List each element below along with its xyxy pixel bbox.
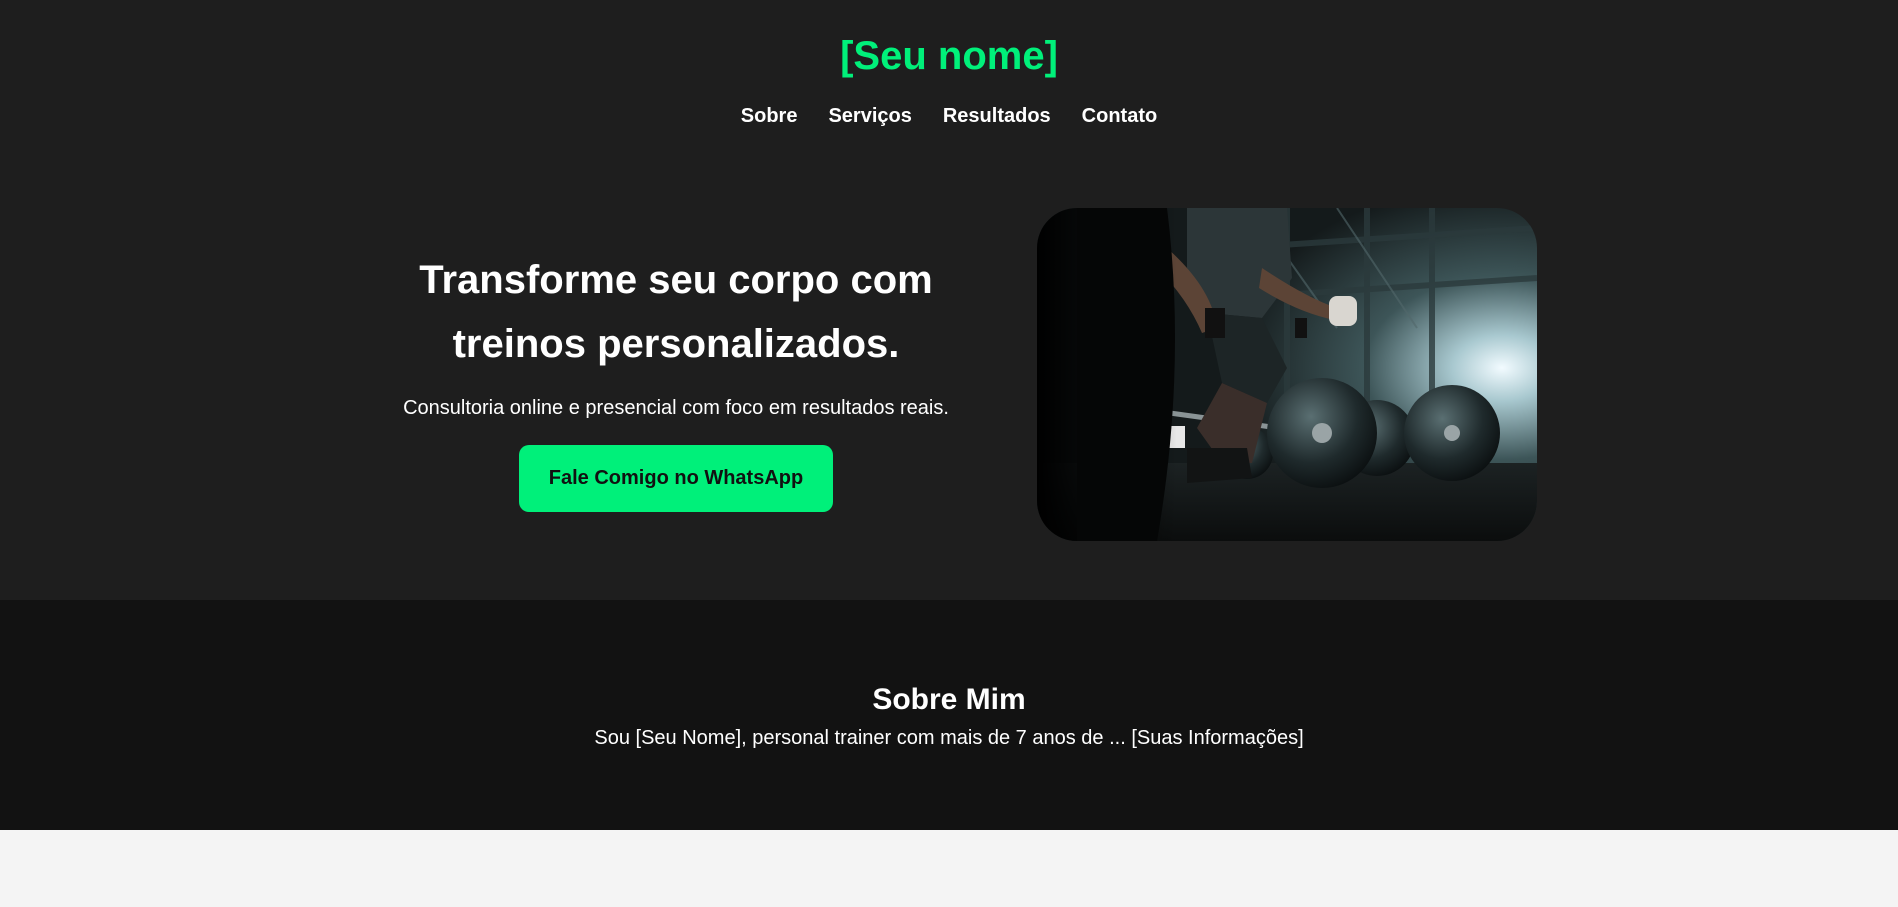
nav-link-sobre[interactable]: Sobre <box>741 104 798 128</box>
hero-text-block: Transforme seu corpo com treinos persona… <box>360 248 992 512</box>
page-bottom-area <box>0 830 1898 907</box>
about-title: Sobre Mim <box>872 683 1026 716</box>
hero-title: Transforme seu corpo com treinos persona… <box>419 258 933 366</box>
about-section: Sobre Mim Sou [Seu Nome], personal train… <box>0 600 1898 830</box>
site-header: [Seu nome] Sobre Serviços Resultados Con… <box>0 0 1898 158</box>
whatsapp-cta-button[interactable]: Fale Comigo no WhatsApp <box>519 445 833 512</box>
hero-section: Transforme seu corpo com treinos persona… <box>0 158 1898 600</box>
nav-link-servicos[interactable]: Serviços <box>828 104 911 128</box>
main-nav: Sobre Serviços Resultados Contato <box>0 104 1898 128</box>
nav-link-resultados[interactable]: Resultados <box>943 104 1051 128</box>
about-text: Sou [Seu Nome], personal trainer com mai… <box>594 727 1304 749</box>
brand-name[interactable]: [Seu nome] <box>0 32 1898 80</box>
gym-deadlift-photo <box>1037 208 1537 541</box>
hero-subtitle: Consultoria online e presencial com foco… <box>403 397 949 419</box>
nav-link-contato[interactable]: Contato <box>1082 104 1158 128</box>
